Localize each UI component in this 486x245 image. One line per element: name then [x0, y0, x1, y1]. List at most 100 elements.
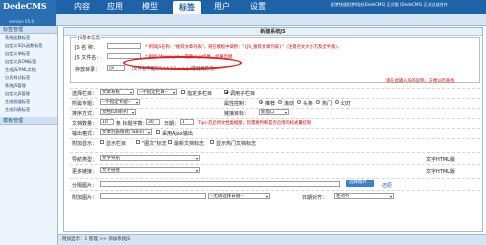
sort-label: 排序方式：	[72, 111, 98, 117]
sidebar-item-sys-js[interactable]: 系统JS管理	[0, 82, 57, 90]
date-align-label: 日期对齐：	[302, 195, 328, 201]
highlight-ellipse	[123, 56, 242, 70]
count-label: 文档数量：	[72, 121, 98, 127]
date-input[interactable]: 1	[180, 119, 194, 125]
logo: DedeCMS version V5.0	[0, 0, 56, 26]
js-name-input[interactable]	[107, 43, 141, 49]
breadcrumb: 附加显示：1 管理 >> 添加系统JS	[58, 234, 486, 245]
misc-checkbox-0[interactable]	[100, 140, 104, 144]
attr-radio-0[interactable]	[259, 100, 263, 104]
title-len-input[interactable]: 30	[146, 119, 160, 125]
js-name-note: * 例如JS名称："推荐文章列表"，则在模板中调用："{JS_推荐文章列表}"（…	[145, 45, 342, 50]
path-label: 存放目录：	[75, 67, 101, 73]
sidebar-item-sys-func[interactable]: 系统函数标签	[0, 34, 57, 42]
sub-toolbar	[56, 14, 486, 26]
attr-radio-1[interactable]	[278, 100, 282, 104]
sidebar-item-single[interactable]: 自定义单标签	[0, 50, 57, 58]
more-link-note: 文字HTML版	[426, 169, 455, 175]
attr-radio-3[interactable]	[316, 100, 320, 104]
attr-label-4: 幻灯	[341, 101, 352, 107]
sidebar-item-channel[interactable]: 生成频道标签	[0, 98, 57, 106]
extra-image-select[interactable]: --无请选择日期--	[208, 193, 270, 199]
panel-title: 新建系统JS	[64, 28, 482, 36]
sidebar-item-custom-js[interactable]: 自定义JS管理	[0, 90, 57, 98]
top-notice: 织梦快速织梦科技(DedeCMS) 正式版 (DedeCMS) 正式达成合作	[331, 2, 448, 7]
column-label: 选择栏目：	[72, 91, 98, 97]
nav-type-label: 导航类型：	[72, 157, 98, 163]
nav-tab-tags[interactable]: 标签	[173, 1, 201, 14]
fieldset-legend: JS基本信息	[77, 35, 102, 41]
sidebar-item-json[interactable]: 自定义JSON标签	[0, 58, 57, 66]
misc-checkbox-1[interactable]	[136, 140, 140, 144]
nav-tab-apps[interactable]: 应用	[103, 0, 127, 14]
sidebar-item-list[interactable]: 生成列表标签	[0, 106, 57, 114]
sidebar-item-gen-js[interactable]: 生成JS/XML文档	[0, 66, 57, 74]
misc-label: 附加显示：	[72, 141, 98, 147]
column-type-select[interactable]: 文章系统	[100, 89, 134, 95]
misc-checkbox-2[interactable]	[168, 140, 172, 144]
output-select[interactable]: 文本列表样式(Table)	[100, 129, 152, 135]
divider	[70, 138, 480, 139]
misc-label-3: 显示热门文档标志	[216, 141, 257, 147]
sidebar: 标签管理 系统函数标签 自定义SQL函数标签 自定义单标签 自定义JSON标签 …	[0, 26, 58, 245]
divider	[70, 178, 480, 179]
nav-tab-settings[interactable]: 设置	[246, 0, 270, 14]
nav-type-select[interactable]: 文字导航	[100, 155, 200, 161]
path-input[interactable]: /js	[107, 65, 125, 71]
more-link-select[interactable]: 文字链接	[100, 167, 200, 173]
sep-image-input[interactable]	[100, 181, 340, 187]
date-align-select[interactable]: 左对齐	[334, 193, 394, 199]
nav-tab-users[interactable]: 用户	[210, 0, 234, 14]
sort-select[interactable]: 文档ID(降序)	[100, 109, 136, 115]
sub-columns-checkbox[interactable]	[224, 90, 228, 94]
output-label: 输出格式：	[72, 131, 98, 137]
attr-label-1: 滚动	[284, 101, 295, 107]
main-panel: 新建系统JS JS基本信息 JS 名 称： * 例如JS名称："推荐文章列表"，…	[63, 27, 483, 232]
date-label: 日期：	[164, 121, 180, 127]
reset-image-link[interactable]: 还原	[382, 182, 392, 189]
divider	[70, 190, 480, 191]
select-image-button[interactable]: 选择图片...	[346, 180, 375, 187]
sep-image-label: 分隔图片：	[72, 183, 98, 189]
specify-columns-checkbox[interactable]	[181, 90, 185, 94]
misc-label-2: 最新文档标志	[174, 141, 205, 147]
count-note: Tips:若启用文档类缩图，但需要判断是否启用的样式量控制	[198, 121, 312, 126]
nav-tab-content[interactable]: 内容	[70, 0, 94, 14]
path-note: 请在此输入JS的说明，方便以后查找	[386, 79, 455, 84]
misc-checkbox-3[interactable]	[210, 140, 214, 144]
extra-image-input[interactable]	[100, 193, 206, 199]
nav-type-note: 文字HTML版	[426, 157, 455, 163]
specify-columns-label: 指定多栏目	[187, 91, 213, 97]
top-nav-bar: 内容 应用 模型 标签 用户 设置 织梦快速织梦科技(DedeCMS) 正式版 …	[0, 0, 486, 14]
sidebar-item-paging[interactable]: 分页样式标签	[0, 74, 57, 82]
link-target-label: 链接目标：	[224, 111, 250, 117]
nav-tab-models[interactable]: 模型	[138, 0, 162, 14]
attr-radio-2[interactable]	[297, 100, 301, 104]
attr-label-2: 头条	[303, 101, 314, 107]
logo-text: DedeCMS	[3, 1, 47, 11]
js-name-label: JS 名 称：	[75, 45, 98, 51]
sidebar-head-templates[interactable]: 模板管理	[0, 117, 57, 125]
attr-label-0: 推荐	[265, 101, 276, 107]
topic-select[interactable]: --不指定专题--	[100, 99, 140, 105]
js-file-label: JS 文件名：	[75, 55, 102, 61]
divider	[70, 152, 480, 153]
sub-columns-label: 调用子栏目	[230, 91, 256, 97]
link-target-select[interactable]: 新窗口	[259, 109, 289, 115]
title-len-label: 条 标题字数：	[116, 121, 148, 127]
ajax-label: 采用Ajax输出	[162, 131, 193, 137]
sidebar-item-sql-func[interactable]: 自定义SQL函数标签	[0, 42, 57, 50]
attr-label: 属性控制：	[224, 101, 250, 107]
sidebar-head[interactable]: 标签管理	[0, 26, 57, 34]
misc-label-0: 显示栏目	[106, 141, 127, 147]
extra-image-label: 附加图片：	[72, 195, 98, 201]
column-select[interactable]: --不指定栏目--	[137, 89, 177, 95]
attr-label-3: 热门	[322, 101, 333, 107]
count-input[interactable]: 10	[100, 119, 114, 125]
divider	[70, 118, 480, 119]
misc-label-1: "图文"标志	[142, 141, 167, 147]
attr-radio-4[interactable]	[335, 100, 339, 104]
ajax-checkbox[interactable]	[156, 130, 160, 134]
version-label: version V5.0	[9, 19, 35, 24]
more-link-label: 更多链接：	[72, 169, 98, 175]
